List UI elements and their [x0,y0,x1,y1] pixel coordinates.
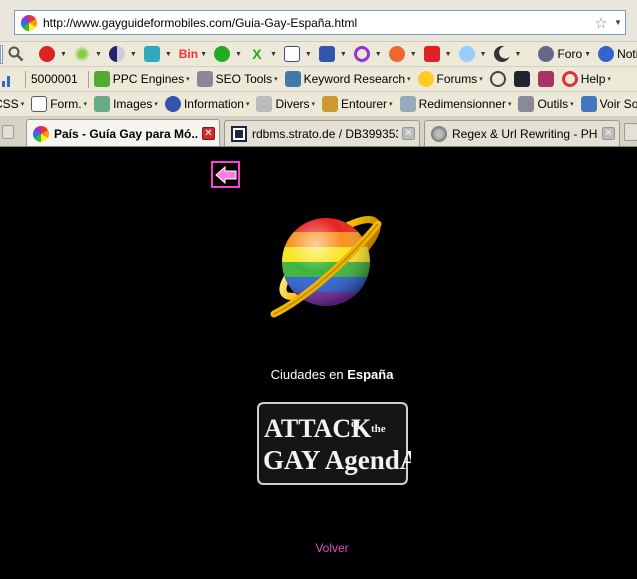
seo-tools-menu[interactable]: SEO Tools ▾ [196,71,280,87]
grid-icon[interactable]: ▼ [318,46,349,62]
tab-label: País - Guía Gay para Mó... [54,126,198,141]
attack-gay-agenda-badge: ATTACK of the GAY AgendA! [257,402,411,485]
swirl-icon[interactable]: ▼ [388,46,419,62]
country-name: España [347,367,394,382]
voir-source-menu[interactable]: Voir Source▾ [580,96,637,112]
spider-icon[interactable] [513,71,533,87]
search-icon[interactable] [8,46,24,62]
sparkle-icon[interactable]: ▼ [73,46,104,62]
money-icon [93,71,110,87]
badge-gay-agenda-text: GAY AgendA! [263,445,411,475]
noticias-button[interactable]: Noticia [598,46,637,62]
page-content: Ciudades en España ATTACK of the GAY Age… [0,147,637,579]
tab-strip: País - Guía Gay para Mó... ✕ rdbms.strat… [0,117,637,147]
contrast-icon[interactable]: ▼ [108,46,139,62]
addon-toolbar-2: 5000001 PPC Engines ▾ SEO Tools ▾ Keyword … [0,67,637,92]
navigation-bar: http://www.gayguideformobiles.com/Guia-G… [0,0,637,42]
tools-icon [518,96,535,112]
tab-regex[interactable]: Regex & Url Rewriting - PHP ... ✕ [424,120,620,146]
addon-toolbar-1: te ▼ ▼ ▼ ▼ Bin▼ ▼ X▼ ▼ ▼ ▼ ▼ ▼ ▼ ▼ Foro▼… [0,42,637,67]
toolbar-separator [87,70,89,88]
user-icon [538,46,555,62]
tab-scroll-right-icon[interactable] [624,123,637,141]
site-favicon-icon [21,14,37,31]
back-arrow-button[interactable] [211,161,240,188]
address-bar[interactable]: http://www.gayguideformobiles.com/Guia-G… [14,10,626,35]
lifebuoy-icon [561,71,578,87]
lips-icon[interactable]: ▼ [39,46,69,62]
dollar-icon[interactable]: ▼ [214,46,244,62]
counter-text: 5000001 [31,72,78,86]
css-menu[interactable]: CSS▾ [0,97,26,111]
tab-scroll-left-icon[interactable] [2,125,14,139]
rainbow-favicon-icon [33,125,49,142]
foro-button[interactable]: Foro ▼ [538,46,593,62]
wrench-icon [196,71,213,87]
magnifier-icon[interactable] [489,71,509,87]
database-favicon-icon [231,125,247,142]
wm-icon[interactable] [537,71,557,87]
url-text[interactable]: http://www.gayguideformobiles.com/Guia-G… [43,16,591,30]
web-developer-toolbar: CSS▾ Form.▾ Images▾ Information▾ Divers▾… [0,92,637,117]
info-icon [164,96,181,112]
moon-icon[interactable]: ▼ [493,46,524,62]
outils-menu[interactable]: Outils ▾ [518,96,575,112]
toolbar-search-input[interactable]: te [0,44,3,64]
smiley-icon [417,71,434,87]
cities-prefix: Ciudades en [270,367,344,382]
badge-the-text: the [371,423,386,435]
help-menu[interactable]: Help ▾ [561,71,613,87]
pencil-icon [322,96,339,112]
redimensionner-menu[interactable]: Redimensionner ▾ [399,96,514,112]
target-icon[interactable]: ▼ [353,46,384,62]
divers-menu[interactable]: Divers ▾ [256,96,317,112]
url-history-dropdown-icon[interactable]: ▼ [611,18,625,27]
keyword-research-menu[interactable]: Keyword Research ▾ [284,71,413,87]
translate-icon[interactable]: ▼ [143,46,174,62]
tab-close-icon[interactable]: ✕ [202,127,215,140]
browser-chrome: http://www.gayguideformobiles.com/Guia-G… [0,0,637,147]
php-favicon-icon [431,125,447,142]
rss-icon [598,46,615,62]
resize-icon [399,96,416,112]
chart-icon [284,71,301,87]
back-arrow-icon [214,165,236,184]
globe-icon[interactable]: ▼ [458,46,489,62]
x-icon[interactable]: X ▼ [249,46,279,62]
forums-menu[interactable]: Forums ▾ [417,71,485,87]
images-menu[interactable]: Images ▾ [94,96,160,112]
tab-label: rdbms.strato.de / DB399353... [252,126,398,141]
rainbow-planet-logo [270,216,382,318]
cities-heading: Ciudades en España [0,367,637,382]
volver-link[interactable]: Volver [0,541,637,555]
image-icon [94,96,111,112]
tab-label: Regex & Url Rewriting - PHP ... [452,126,598,141]
tab-rdbms[interactable]: rdbms.strato.de / DB399353... ✕ [224,120,420,146]
entourer-menu[interactable]: Entourer ▾ [322,96,395,112]
tab-close-icon[interactable]: ✕ [402,127,415,140]
pagerank-icon[interactable] [0,71,15,87]
bookmark-star-icon[interactable]: ☆ [591,14,611,32]
information-menu[interactable]: Information ▾ [164,96,252,112]
ppc-engines-menu[interactable]: PPC Engines ▾ [93,71,192,87]
source-icon [580,96,597,112]
badge-of-text: of [351,418,361,430]
pi-icon[interactable]: ▼ [423,46,454,62]
box-icon [256,96,273,112]
toolbar-separator [25,70,26,88]
form-icon [31,96,48,112]
tab-pais[interactable]: País - Guía Gay para Mó... ✕ [26,119,220,146]
bin-button[interactable]: Bin ▼ [179,47,209,61]
forms-menu[interactable]: Form. ▾ [31,96,89,112]
g-icon[interactable]: ▼ [283,46,314,62]
tab-close-icon[interactable]: ✕ [602,127,615,140]
